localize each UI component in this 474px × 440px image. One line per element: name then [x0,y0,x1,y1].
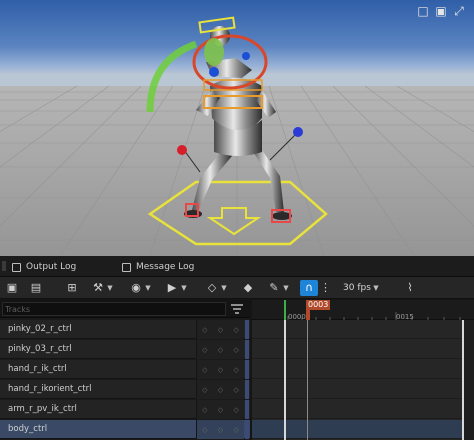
key-buttons: ◇ ◇ ◇ [196,320,244,339]
sequencer-toolbar: ▣ ▤ ⊞ ⚒ ▼ ◉ ▼ ▶ ▼ ◇ ▼ ◆ ✎ ▼ ∩ ⋮ 30 fps ▼… [0,277,474,299]
track-search-row [0,300,250,318]
track-color-bar [245,360,249,379]
add-key-icon[interactable]: ◇ [218,426,223,434]
next-key-icon[interactable]: ◇ [233,426,238,434]
snap-options-icon[interactable]: ⋮ [320,280,331,296]
prev-key-icon[interactable]: ◇ [202,406,207,414]
hierarchy-icon[interactable]: ⊞ [64,280,80,296]
add-key-icon[interactable]: ◇ [218,386,223,394]
chevron-down-icon[interactable]: ▼ [220,280,228,296]
track-color-bar [245,420,249,439]
track-color-bar [245,320,249,339]
prev-key-icon[interactable]: ◇ [202,426,207,434]
bottom-tab-bar: Output Log Message Log [0,256,474,277]
time-ruler[interactable]: 0000 0015 0003 [252,300,474,321]
output-log-icon [12,262,21,272]
curve-editor-icon[interactable]: ⌇ [402,280,418,296]
viewport-options-icon[interactable]: □ [416,4,430,18]
key-buttons: ◇ ◇ ◇ [196,340,244,359]
playhead-frame-label[interactable]: 0003 [306,300,331,310]
prev-key-icon[interactable]: ◇ [202,346,207,354]
timeline-scrollbar[interactable] [464,320,474,440]
viewport-scene [0,16,474,256]
brush-icon[interactable]: ✎ [266,280,282,296]
pole-vector-right[interactable] [293,127,303,137]
track-color-bar [245,400,249,419]
viewport-layout-icon[interactable]: ▣ [434,4,448,18]
timeline-panel[interactable]: 0000 0015 0003 [252,300,474,440]
pole-vector-left[interactable] [177,145,187,155]
track-name: body_ctrl [8,424,48,434]
maximize-icon[interactable]: ⤢ [452,4,466,18]
tab-output-log[interactable]: Output Log [12,259,76,275]
key-buttons: ◇ ◇ ◇ [196,360,244,379]
add-key-icon[interactable]: ◇ [218,406,223,414]
track-search-input[interactable] [2,302,226,316]
track-row[interactable]: hand_r_ik_ctrl ◇ ◇ ◇ [0,360,250,379]
tracks-panel: pinky_02_r_ctrl ◇◇◇ pinky_03_r_ctrl ◇◇◇ … [0,300,250,440]
key-buttons: ◇ ◇ ◇ [196,400,244,419]
prev-key-icon[interactable]: ◇ [202,366,207,374]
next-key-icon[interactable]: ◇ [233,406,238,414]
chevron-down-icon[interactable]: ▼ [106,280,114,296]
track-row[interactable]: arm_r_pv_ik_ctrl ◇ ◇ ◇ [0,400,250,419]
track-row[interactable]: pinky_02_r_ctrl ◇ ◇ ◇ [0,320,250,339]
tab-label: Message Log [136,262,195,272]
message-log-icon [122,262,131,272]
chevron-down-icon[interactable]: ▼ [372,280,380,296]
track-name: hand_r_ik_ctrl [8,364,67,374]
key-buttons: ◇ ◇ ◇ [196,380,244,399]
add-key-icon[interactable]: ◇ [218,346,223,354]
key-interp-icon[interactable]: ◆ [240,280,256,296]
tab-message-log[interactable]: Message Log [122,259,194,275]
hand-control-green[interactable] [204,38,224,66]
eye-icon[interactable]: ◉ [128,280,144,296]
prev-key-icon[interactable]: ◇ [202,326,207,334]
track-name: pinky_02_r_ctrl [8,324,72,334]
play-range-icon[interactable]: ▶ [164,280,180,296]
playhead-line [307,320,308,440]
track-name: arm_r_pv_ik_ctrl [8,404,77,414]
render-movie-icon[interactable]: ▤ [28,280,44,296]
track-row[interactable]: pinky_03_r_ctrl ◇ ◇ ◇ [0,340,250,359]
next-key-icon[interactable]: ◇ [233,386,238,394]
head-control[interactable] [198,16,236,34]
playback-start-line[interactable] [284,320,286,440]
ruler-ticks [284,300,461,320]
framerate-select[interactable]: 30 fps [338,280,376,296]
track-row[interactable]: hand_r_ikorient_ctrl ◇ ◇ ◇ [0,380,250,399]
playhead-handle[interactable] [306,310,310,320]
track-color-bar [245,380,249,399]
chevron-down-icon[interactable]: ▼ [282,280,290,296]
chevron-down-icon[interactable]: ▼ [144,280,152,296]
tab-label: Output Log [26,262,77,272]
chevron-down-icon[interactable]: ▼ [180,280,188,296]
ik-target-blue[interactable] [242,52,250,60]
track-row-selected[interactable]: body_ctrl ◇ ◇ ◇ [0,420,250,439]
track-color-bar [245,340,249,359]
tab-grip [2,261,6,271]
add-key-icon[interactable]: ◇ [218,326,223,334]
keyframe-icon[interactable]: ◇ [204,280,220,296]
prev-key-icon[interactable]: ◇ [202,386,207,394]
next-key-icon[interactable]: ◇ [233,346,238,354]
track-name: pinky_03_r_ctrl [8,344,72,354]
key-buttons: ◇ ◇ ◇ [196,420,244,439]
next-key-icon[interactable]: ◇ [233,366,238,374]
wrench-icon[interactable]: ⚒ [90,280,106,296]
next-key-icon[interactable]: ◇ [233,326,238,334]
snap-magnet-icon[interactable]: ∩ [300,280,318,296]
ik-target-blue-2[interactable] [209,67,219,77]
fps-label: 30 fps [343,283,371,293]
track-name: hand_r_ikorient_ctrl [8,384,92,394]
level-viewport[interactable]: □ ▣ ⤢ [0,0,474,256]
filter-icon[interactable] [231,304,243,314]
add-key-icon[interactable]: ◇ [218,366,223,374]
camera-icon[interactable]: ▣ [4,280,20,296]
